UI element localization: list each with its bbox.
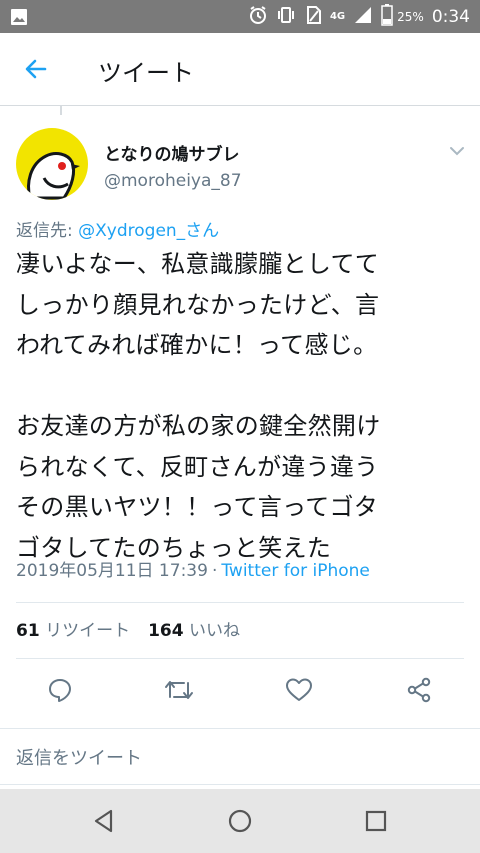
tweet-timestamp[interactable]: 2019年05月11日 17:39 — [16, 561, 208, 581]
page-title: ツイート — [98, 59, 194, 87]
author-handle[interactable]: @moroheiya_87 — [104, 171, 242, 191]
likes-label: いいね — [188, 621, 240, 641]
back-arrow-icon — [25, 59, 47, 79]
retweets-stat[interactable]: 61 リツイート — [16, 621, 130, 641]
reply-to-mention[interactable]: @Xydrogen_さん — [78, 221, 219, 241]
divider — [16, 602, 464, 603]
reply-input[interactable]: 返信をツイート — [16, 744, 464, 774]
thread-connector-line — [60, 105, 62, 115]
retweet-icon — [165, 681, 193, 699]
share-button[interactable] — [399, 665, 439, 715]
nav-home-button[interactable] — [220, 801, 260, 841]
nav-recents-button[interactable] — [356, 801, 396, 841]
avatar[interactable] — [16, 128, 88, 200]
heart-icon — [286, 678, 312, 701]
square-recents-icon — [365, 810, 387, 832]
tweet-meta: 2019年05月11日 17:39 · Twitter for iPhone — [16, 556, 370, 581]
like-button[interactable] — [279, 665, 319, 715]
vibrate-icon — [276, 5, 296, 29]
alarm-icon — [248, 5, 268, 29]
circle-home-icon — [228, 809, 252, 833]
likes-count: 164 — [148, 621, 184, 641]
reply-button[interactable] — [40, 665, 80, 715]
divider — [0, 784, 480, 785]
tweet-stats: 61 リツイート 164 いいね — [16, 616, 240, 641]
likes-stat[interactable]: 164 いいね — [148, 621, 240, 641]
battery-icon — [381, 3, 393, 30]
divider — [0, 728, 480, 729]
meta-separator: · — [211, 561, 218, 581]
retweets-count: 61 — [16, 621, 40, 641]
reply-to-line: 返信先: @Xydrogen_さん — [16, 216, 219, 241]
tweet-menu-button[interactable] — [446, 140, 468, 162]
reply-icon — [49, 679, 71, 702]
retweet-button[interactable] — [159, 665, 199, 715]
signal-icon — [353, 6, 373, 28]
app-bar: ツイート — [0, 33, 480, 106]
share-icon — [407, 677, 431, 703]
network-type: 4G — [329, 10, 346, 22]
clock: 0:34 — [431, 6, 470, 27]
tweet-source[interactable]: Twitter for iPhone — [221, 561, 370, 581]
tweet-actions — [0, 665, 480, 715]
back-button[interactable] — [22, 55, 50, 83]
triangle-back-icon — [94, 809, 113, 833]
divider — [16, 658, 464, 659]
sim-no-signal-icon — [304, 5, 322, 29]
image-notification-icon — [10, 8, 28, 30]
battery-percent: 25% — [397, 9, 424, 24]
status-bar: 4G 25% 0:34 — [0, 0, 480, 33]
nav-back-button[interactable] — [84, 801, 124, 841]
tweet-text: 凄いよなー、私意識朦朧としてて しっかり顔見れなかったけど、言 われてみれば確か… — [16, 250, 381, 562]
reply-to-label: 返信先: — [16, 221, 79, 241]
retweets-label: リツイート — [45, 621, 131, 641]
system-navigation-bar — [0, 789, 480, 853]
chevron-down-icon — [450, 147, 464, 156]
author-display-name[interactable]: となりの鳩サブレ — [104, 140, 240, 165]
status-bar-right: 4G 25% 0:34 — [248, 0, 470, 33]
